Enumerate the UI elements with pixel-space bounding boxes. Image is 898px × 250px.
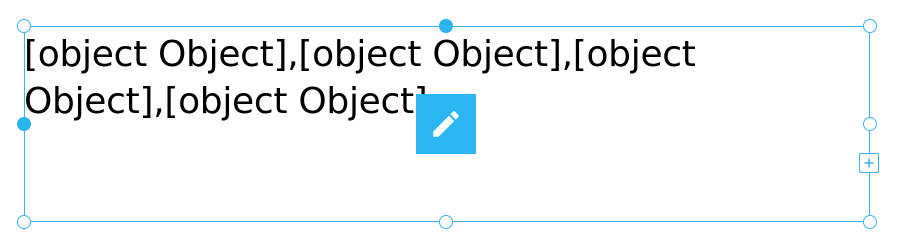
resize-handle-top-right[interactable] xyxy=(863,19,877,33)
resize-handle-top-left[interactable] xyxy=(17,19,31,33)
rotate-handle-top[interactable] xyxy=(439,19,453,33)
resize-handle-bottom-middle[interactable] xyxy=(439,215,453,229)
resize-handle-middle-left[interactable] xyxy=(17,117,31,131)
edit-text-button[interactable] xyxy=(416,94,476,154)
pencil-icon xyxy=(433,111,459,137)
resize-handle-bottom-left[interactable] xyxy=(17,215,31,229)
text-box-content[interactable]: [object Object],[object Object],[object … xyxy=(24,31,744,125)
plus-icon xyxy=(864,158,874,168)
resize-handle-middle-right[interactable] xyxy=(863,117,877,131)
add-element-button[interactable] xyxy=(859,153,879,173)
resize-handle-bottom-right[interactable] xyxy=(863,215,877,229)
